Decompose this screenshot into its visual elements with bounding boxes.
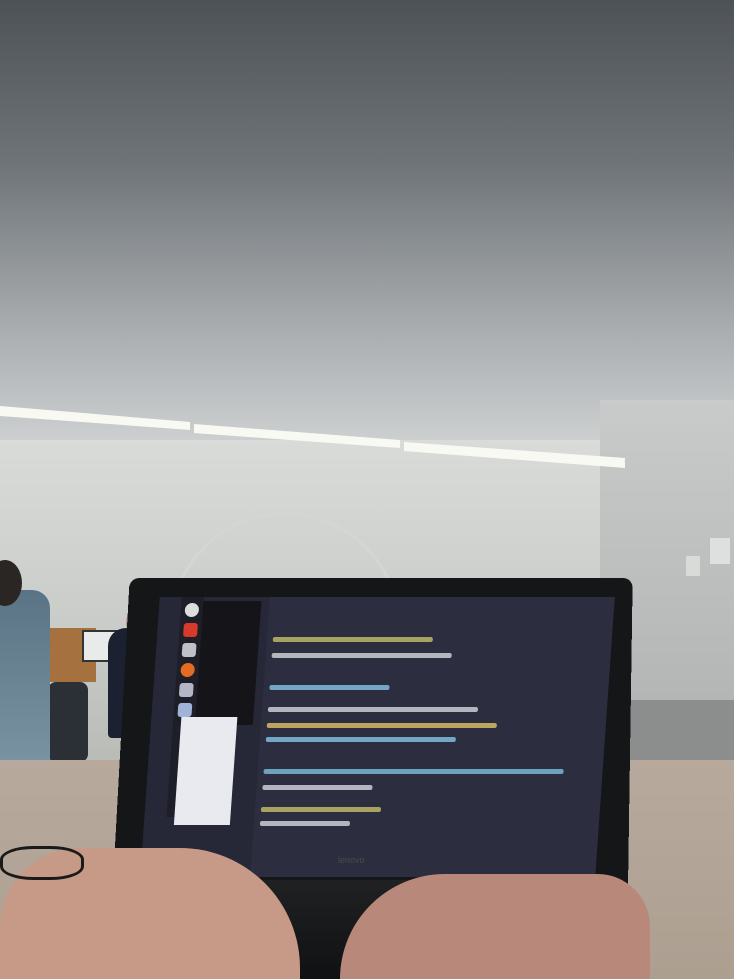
code-line bbox=[266, 723, 497, 728]
white-window bbox=[173, 717, 238, 825]
bracelet bbox=[0, 846, 84, 880]
code-editor bbox=[250, 597, 615, 877]
settings-icon[interactable] bbox=[178, 683, 194, 697]
laptop-screen bbox=[140, 597, 615, 877]
laptop-brand-label: lenovo bbox=[338, 855, 365, 865]
code-line bbox=[267, 707, 479, 712]
ceiling-light bbox=[0, 406, 625, 468]
wall-notice bbox=[710, 538, 730, 564]
terminal-window bbox=[194, 601, 262, 725]
code-line bbox=[269, 685, 390, 690]
person-left bbox=[0, 590, 50, 765]
chair bbox=[48, 682, 88, 762]
code-line bbox=[271, 653, 452, 658]
files-icon[interactable] bbox=[182, 623, 198, 637]
code-line bbox=[272, 637, 433, 642]
terminal-icon[interactable] bbox=[177, 703, 193, 717]
text-editor-icon[interactable] bbox=[181, 643, 197, 657]
code-line bbox=[259, 821, 351, 826]
code-line bbox=[260, 807, 382, 812]
code-line bbox=[262, 785, 373, 790]
wall-notice bbox=[686, 556, 700, 576]
code-line bbox=[265, 737, 456, 742]
code-line bbox=[263, 769, 564, 774]
ubuntu-launcher-icon[interactable] bbox=[184, 603, 200, 617]
firefox-icon[interactable] bbox=[180, 663, 196, 677]
